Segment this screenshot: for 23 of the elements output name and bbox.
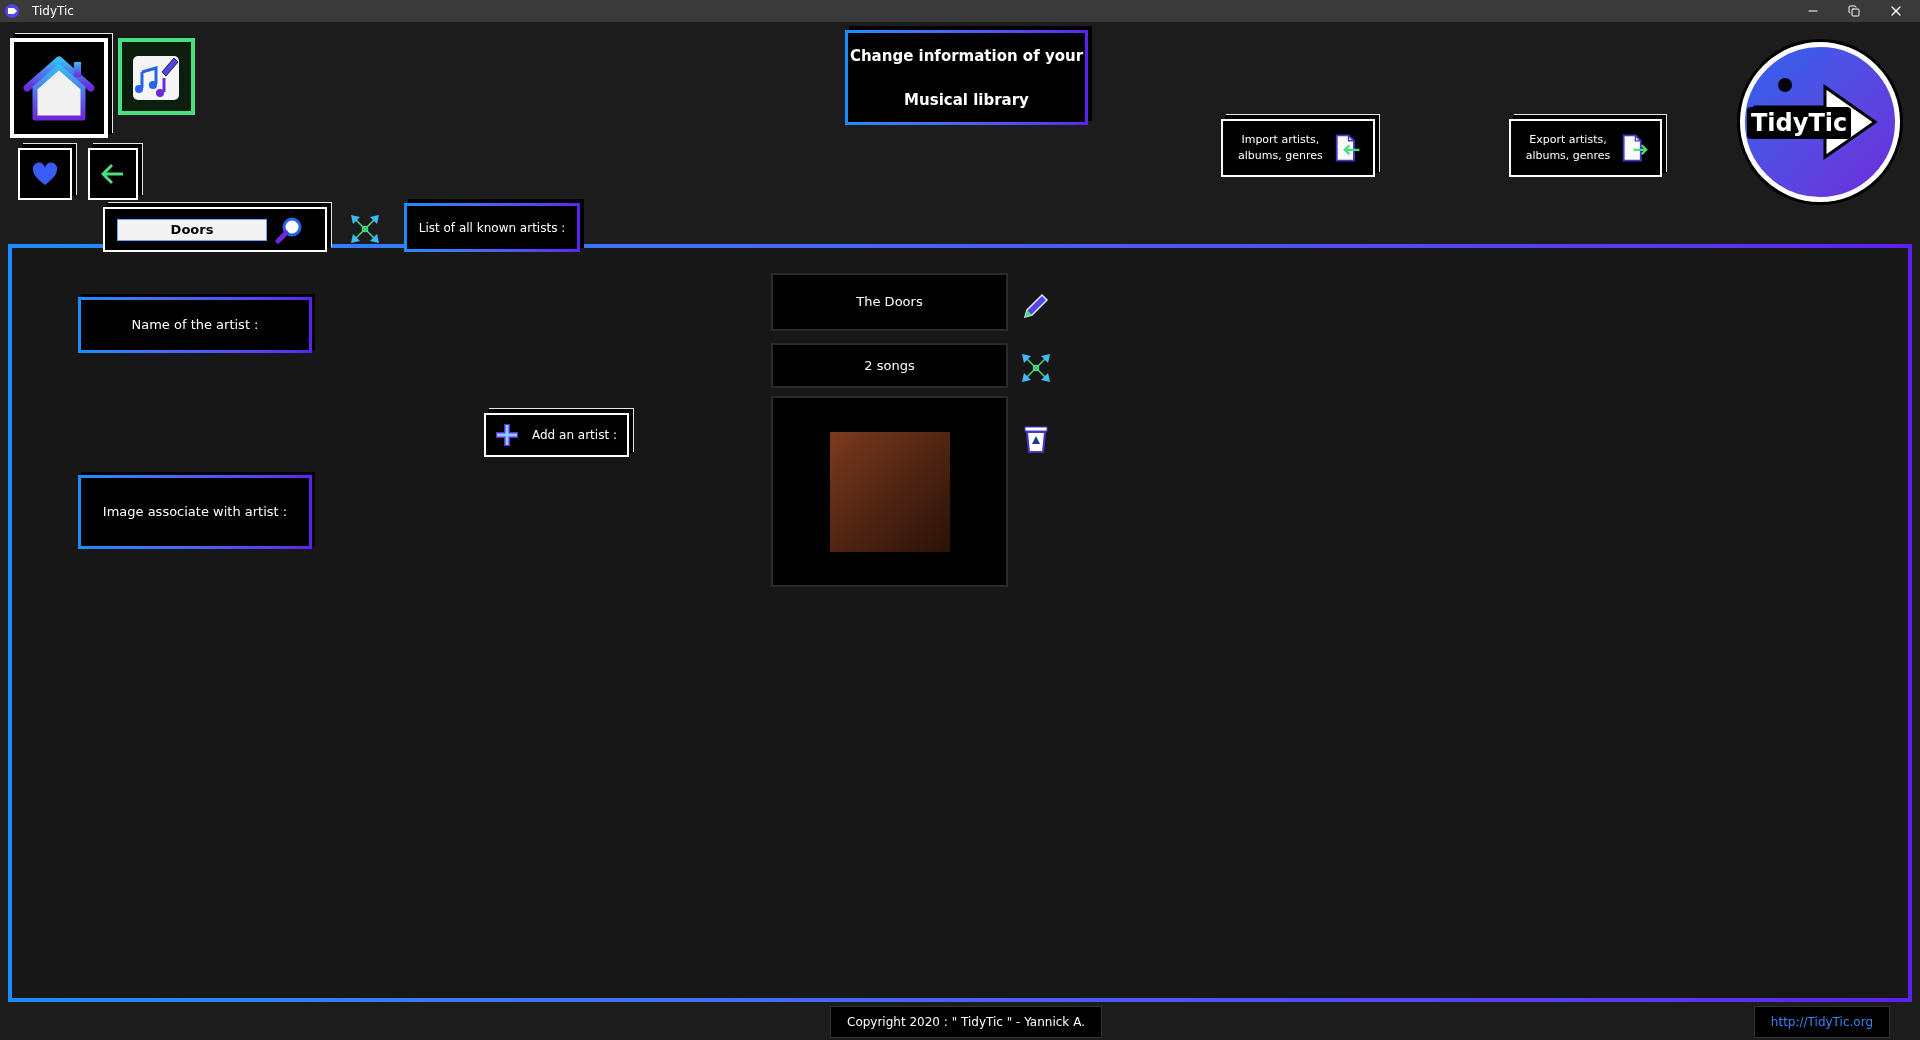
trash-icon[interactable]: [1021, 423, 1051, 455]
logo-text: TidyTic: [1747, 107, 1852, 139]
expand-icon[interactable]: [350, 214, 380, 244]
song-count: 2 songs: [771, 343, 1008, 388]
search-field[interactable]: Doors: [117, 218, 267, 241]
expand-icon[interactable]: [1021, 353, 1051, 383]
artist-name: The Doors: [771, 273, 1008, 331]
artist-name-label: Name of the artist :: [78, 297, 312, 353]
pencil-icon[interactable]: [1021, 291, 1051, 321]
plus-icon: [494, 422, 520, 448]
file-export-icon: [1621, 132, 1648, 164]
file-import-icon: [1333, 132, 1361, 164]
arrow-left-icon: [101, 163, 125, 185]
heart-icon: [32, 162, 58, 186]
search-icon[interactable]: [275, 215, 303, 244]
website-link[interactable]: http://TidyTic.org: [1753, 1006, 1890, 1038]
copyright-text: Copyright 2020 : " TidyTic " - Yannick A.: [830, 1006, 1102, 1038]
restore-icon[interactable]: [1848, 5, 1860, 17]
app-icon: [4, 3, 20, 19]
logo[interactable]: TidyTic: [1740, 42, 1900, 202]
artist-image-label: Image associate with artist :: [78, 475, 312, 549]
music-edit-button[interactable]: [118, 38, 195, 115]
window-title: TidyTic: [32, 3, 74, 20]
